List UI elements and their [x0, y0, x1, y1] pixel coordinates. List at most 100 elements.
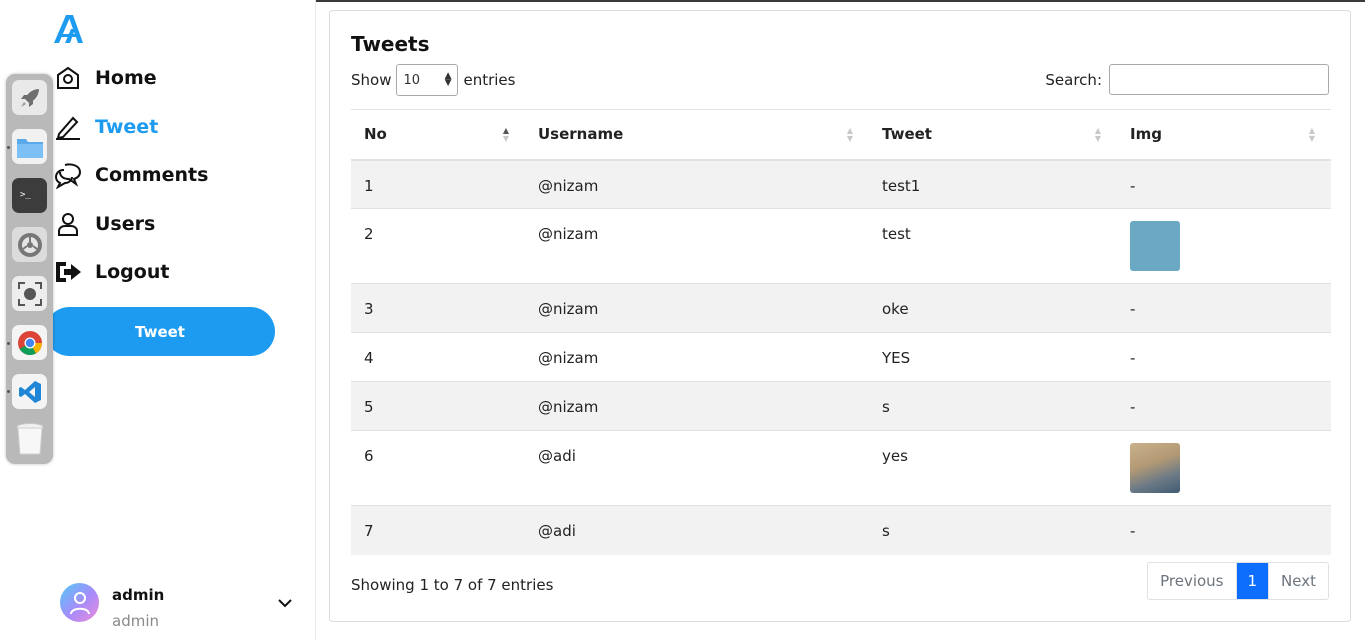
pencil-icon: [54, 113, 82, 141]
vscode-icon[interactable]: [12, 374, 47, 409]
column-header-img[interactable]: Img ▲ ▼: [1117, 109, 1331, 161]
tweet-button[interactable]: Tweet: [45, 307, 275, 356]
entries-select[interactable]: 10: [396, 64, 459, 96]
cell-img: -: [1117, 381, 1331, 431]
cell-username: @nizam: [525, 381, 869, 431]
table-row[interactable]: 6 @adi yes: [351, 430, 1331, 506]
cell-no: 5: [351, 381, 525, 431]
column-header-username[interactable]: Username ▲ ▼: [525, 109, 869, 161]
cell-username: @nizam: [525, 159, 869, 209]
next-page-button[interactable]: Next: [1268, 563, 1328, 599]
dock-running-indicator: [7, 390, 10, 393]
user-icon: [54, 210, 82, 238]
entries-label: entries: [463, 71, 516, 89]
page-title: Tweets: [351, 32, 430, 56]
dock-running-indicator: [7, 146, 10, 149]
tweet-image-thumbnail[interactable]: [1130, 221, 1180, 271]
cell-img: [1117, 208, 1331, 284]
logout-icon: [54, 258, 82, 286]
cell-tweet: test1: [869, 159, 1117, 209]
table-row[interactable]: 3 @nizam oke -: [351, 283, 1331, 333]
table-row[interactable]: 7 @adi s -: [351, 505, 1331, 555]
sort-asc-icon: ▲ ▼: [502, 126, 509, 143]
terminal-icon[interactable]: >_: [12, 178, 47, 213]
search-control: Search:: [1045, 64, 1329, 95]
tweets-card: Tweets Show 10 ▲ ▼ entries Search: No ▲ ▼ U…: [329, 10, 1351, 622]
chat-bubbles-icon: [54, 161, 82, 189]
cell-no: 4: [351, 332, 525, 382]
cell-img: -: [1117, 332, 1331, 382]
table-info: Showing 1 to 7 of 7 entries: [351, 576, 554, 594]
cell-no: 2: [351, 208, 525, 284]
cell-tweet: s: [869, 505, 1117, 555]
sort-icon: ▲ ▼: [1094, 126, 1101, 143]
column-label: Img: [1130, 125, 1162, 144]
column-label: Username: [538, 125, 624, 144]
table-row[interactable]: 1 @nizam test1 -: [351, 159, 1331, 209]
svg-text:>_: >_: [20, 190, 31, 200]
column-header-tweet[interactable]: Tweet ▲ ▼: [869, 109, 1117, 161]
files-icon[interactable]: [12, 129, 47, 164]
profile-name: admin: [112, 586, 165, 604]
column-header-no[interactable]: No ▲ ▼: [351, 109, 525, 161]
cell-username: @nizam: [525, 283, 869, 333]
cell-img: -: [1117, 283, 1331, 333]
chrome-icon[interactable]: [12, 325, 47, 360]
search-label: Search:: [1045, 70, 1102, 89]
nav-logout-label: Logout: [95, 261, 170, 283]
cell-username: @adi: [525, 430, 869, 506]
table-row[interactable]: 5 @nizam s -: [351, 381, 1331, 431]
table-header-row: No ▲ ▼ Username ▲ ▼ Tweet ▲ ▼ Img ▲ ▼: [351, 109, 1331, 161]
cell-no: 1: [351, 159, 525, 209]
show-label: Show: [351, 71, 392, 89]
cell-tweet: yes: [869, 430, 1117, 506]
avatar: [60, 583, 99, 622]
cell-username: @adi: [525, 505, 869, 555]
cell-tweet: test: [869, 208, 1117, 284]
table-row[interactable]: 4 @nizam YES -: [351, 332, 1331, 382]
nav-home[interactable]: Home: [54, 61, 157, 95]
nav-comments[interactable]: Comments: [54, 158, 208, 192]
cell-no: 3: [351, 283, 525, 333]
cell-tweet: YES: [869, 332, 1117, 382]
previous-page-button[interactable]: Previous: [1148, 563, 1237, 599]
column-label: Tweet: [882, 125, 932, 144]
nav-comments-label: Comments: [95, 164, 209, 186]
cell-img: [1117, 430, 1331, 506]
home-icon: [54, 64, 82, 92]
app-logo-icon[interactable]: [52, 14, 84, 44]
app-dock: >_: [6, 74, 53, 464]
cell-tweet: oke: [869, 283, 1117, 333]
nav-logout[interactable]: Logout: [54, 255, 169, 289]
screenshot-icon[interactable]: [12, 276, 47, 311]
nav-tweet-label: Tweet: [95, 116, 159, 138]
nav-tweet[interactable]: Tweet: [54, 110, 158, 144]
table-row[interactable]: 2 @nizam test: [351, 208, 1331, 284]
tweet-image-thumbnail[interactable]: [1130, 443, 1180, 493]
nav-home-label: Home: [95, 67, 157, 89]
cell-img: -: [1117, 505, 1331, 555]
dock-running-indicator: [7, 342, 10, 345]
cell-img: -: [1117, 159, 1331, 209]
chevron-down-icon[interactable]: [276, 596, 294, 610]
nav-users[interactable]: Users: [54, 207, 155, 241]
trash-icon[interactable]: [12, 421, 47, 456]
nav-users-label: Users: [95, 213, 156, 235]
profile-role: admin: [112, 612, 159, 630]
sort-icon: ▲ ▼: [1308, 126, 1315, 143]
cell-username: @nizam: [525, 208, 869, 284]
entries-length-control: Show 10 ▲ ▼ entries: [351, 64, 515, 96]
tweets-table: No ▲ ▼ Username ▲ ▼ Tweet ▲ ▼ Img ▲ ▼ 1 @nizam t…: [351, 109, 1331, 555]
entries-select-wrap: 10 ▲ ▼: [391, 64, 463, 96]
profile-menu[interactable]: admin admin: [60, 582, 300, 632]
search-input[interactable]: [1109, 64, 1329, 95]
sort-icon: ▲ ▼: [846, 126, 853, 143]
settings-icon[interactable]: [12, 227, 47, 262]
cell-tweet: s: [869, 381, 1117, 431]
pagination: Previous 1 Next: [1147, 562, 1329, 600]
cell-no: 6: [351, 430, 525, 506]
column-label: No: [364, 125, 387, 144]
cell-username: @nizam: [525, 332, 869, 382]
page-1-button[interactable]: 1: [1236, 563, 1269, 599]
rocket-launcher-icon[interactable]: [12, 80, 47, 115]
